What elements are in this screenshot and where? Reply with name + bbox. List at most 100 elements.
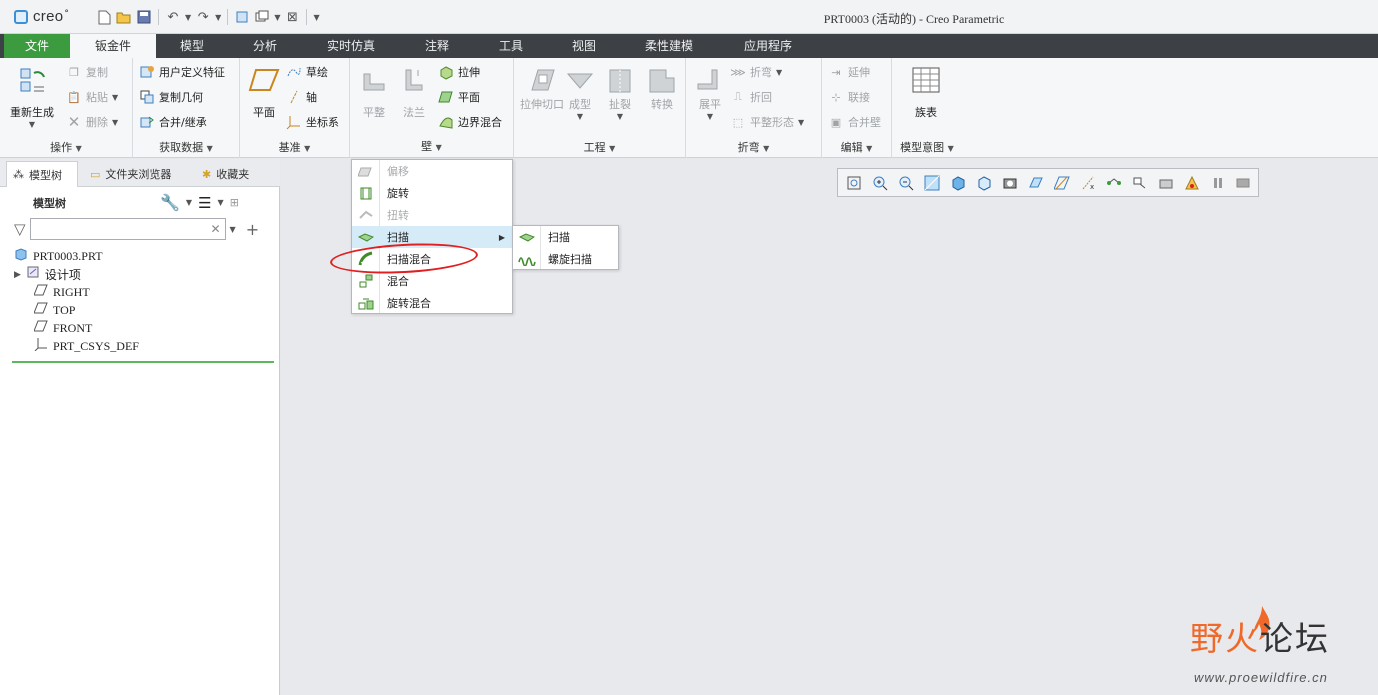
tab-annotate[interactable]: 注释 xyxy=(400,34,474,58)
flange-wall-label: 法兰 xyxy=(403,106,425,119)
tree-settings-dropdown-icon[interactable]: ▼ xyxy=(186,198,192,207)
tab-flexible-modeling[interactable]: 柔性建模 xyxy=(620,34,718,58)
tree-columns-dropdown-icon[interactable]: ▼ xyxy=(218,198,224,207)
bend-back-icon: ⎍ xyxy=(734,90,742,103)
tree-filter-display-icon[interactable]: ⊞ xyxy=(230,196,239,209)
pause-icon[interactable] xyxy=(1206,172,1229,194)
menu-item-offset[interactable]: 偏移 xyxy=(352,160,512,182)
flange-wall-button[interactable]: 法兰 xyxy=(398,64,430,120)
tree-item-front[interactable]: FRONT xyxy=(14,319,139,337)
delete-dropdown-icon[interactable]: ▼ xyxy=(112,118,118,127)
tab-model[interactable]: 模型 xyxy=(156,34,228,58)
tab-sheetmetal[interactable]: 钣金件 xyxy=(70,34,156,58)
filter-icon[interactable]: ▽ xyxy=(14,220,26,238)
bend-dropdown-icon[interactable]: ▼ xyxy=(776,68,782,77)
submenu-item-helical-sweep[interactable]: 螺旋扫描 xyxy=(513,248,618,270)
rip-button[interactable]: 扯裂 ▼ xyxy=(604,64,636,121)
refit-icon[interactable] xyxy=(842,172,865,194)
menu-item-rotational-blend[interactable]: 旋转混合 xyxy=(352,292,512,314)
tab-file[interactable]: 文件 xyxy=(4,34,70,58)
csys-display-icon[interactable] xyxy=(1128,172,1151,194)
flat-pattern-button[interactable]: ⬚ 平整形态 ▼ xyxy=(730,112,804,132)
clear-search-icon[interactable]: ✕ xyxy=(210,222,220,236)
csys-button[interactable]: 坐标系 xyxy=(286,112,339,132)
point-display-icon[interactable] xyxy=(1102,172,1125,194)
planar-icon xyxy=(438,89,454,105)
flat-wall-button[interactable]: 平整 xyxy=(358,64,390,120)
tree-item-design-items[interactable]: ▶ 设计项 xyxy=(14,265,139,283)
tree-insert-indicator[interactable] xyxy=(12,361,274,363)
form-dropdown-icon[interactable]: ▼ xyxy=(577,112,583,121)
merge-wall-button[interactable]: ▣ 合并壁 xyxy=(828,112,881,132)
tab-tools[interactable]: 工具 xyxy=(474,34,548,58)
boundary-blend-button[interactable]: 边界混合 xyxy=(438,112,502,132)
add-filter-icon[interactable]: + xyxy=(246,220,259,239)
tab-model-tree[interactable]: ⁂ 模型树 xyxy=(6,161,78,187)
rip-icon xyxy=(604,64,636,96)
regenerate-button[interactable]: 重新生成 ▼ xyxy=(10,64,54,129)
paste-button[interactable]: 📋 粘贴 ▼ xyxy=(66,87,118,107)
extrude-wall-button[interactable]: 拉伸 xyxy=(438,62,480,82)
sketch-button[interactable]: 草绘 xyxy=(286,62,328,82)
family-table-button[interactable]: 族表 xyxy=(910,64,942,120)
paste-dropdown-icon[interactable]: ▼ xyxy=(112,93,118,102)
tab-folder-browser[interactable]: ▭ 文件夹浏览器 xyxy=(84,161,190,187)
perspective-icon[interactable] xyxy=(1024,172,1047,194)
copy-button[interactable]: ❐ 复制 xyxy=(66,62,108,82)
csys-icon xyxy=(34,337,48,355)
rip-dropdown-icon[interactable]: ▼ xyxy=(617,112,623,121)
menu-item-revolve[interactable]: 旋转 xyxy=(352,182,512,204)
submenu-item-sweep[interactable]: 扫描 xyxy=(513,226,618,248)
unbend-button[interactable]: 展平 ▼ xyxy=(694,64,726,121)
spin-center-icon[interactable] xyxy=(1180,172,1203,194)
zoom-in-icon[interactable] xyxy=(868,172,891,194)
tree-search-input[interactable] xyxy=(34,222,205,235)
saved-views-icon[interactable] xyxy=(972,172,995,194)
plane-button[interactable]: 平面 xyxy=(248,64,280,120)
bend-button[interactable]: ⋙ 折弯 ▼ xyxy=(730,62,782,82)
tab-live-simulation[interactable]: 实时仿真 xyxy=(302,34,400,58)
tab-analysis[interactable]: 分析 xyxy=(228,34,302,58)
tab-favorites[interactable]: ✱ 收藏夹 xyxy=(196,161,268,187)
unbend-dropdown-icon[interactable]: ▼ xyxy=(707,112,713,121)
annotation-display-icon[interactable] xyxy=(1154,172,1177,194)
search-dropdown-icon[interactable]: ▼ xyxy=(230,225,236,234)
zoom-out-icon[interactable] xyxy=(894,172,917,194)
plane-display-icon[interactable] xyxy=(1050,172,1073,194)
tree-columns-icon[interactable]: ☰ xyxy=(198,194,211,212)
menu-item-twist[interactable]: 扭转 xyxy=(352,204,512,226)
udf-button[interactable]: 用户定义特征 xyxy=(139,62,225,82)
tab-view[interactable]: 视图 xyxy=(548,34,620,58)
next-icon[interactable] xyxy=(1232,172,1255,194)
expand-arrow-icon[interactable]: ▶ xyxy=(14,269,21,280)
axis-display-icon[interactable]: x xyxy=(1076,172,1099,194)
tree-item-top[interactable]: TOP xyxy=(14,301,139,319)
group-label-wall[interactable]: 壁 ▼ xyxy=(350,138,513,158)
tree-item-csys[interactable]: PRT_CSYS_DEF xyxy=(14,337,139,355)
display-style-icon[interactable] xyxy=(946,172,969,194)
tree-settings-icon[interactable]: 🔧 xyxy=(160,193,180,212)
datum-plane-icon xyxy=(33,302,48,318)
join-button[interactable]: ⊹ 联接 xyxy=(828,87,870,107)
group-operations: 重新生成 ▼ ❐ 复制 📋 粘贴 ▼ ✕ 删除 ▼ 操作 ▼ xyxy=(0,58,133,158)
extrude-cut-button[interactable]: 拉伸切口 xyxy=(520,64,564,112)
copy-geometry-button[interactable]: 复制几何 xyxy=(139,87,203,107)
convert-button[interactable]: 转换 xyxy=(646,64,678,112)
tree-item-part[interactable]: PRT0003.PRT xyxy=(14,247,139,265)
repaint-icon[interactable] xyxy=(920,172,943,194)
copy-icon: ❐ xyxy=(69,65,79,79)
bend-back-button[interactable]: ⎍ 折回 xyxy=(730,87,772,107)
group-label-bend: 折弯 ▼ xyxy=(737,141,770,154)
view-manager-icon[interactable] xyxy=(998,172,1021,194)
flat-pattern-dropdown-icon[interactable]: ▼ xyxy=(798,118,804,127)
planar-wall-button[interactable]: 平面 xyxy=(438,87,480,107)
axis-button[interactable]: 轴 xyxy=(286,87,317,107)
tree-item-right[interactable]: RIGHT xyxy=(14,283,139,301)
extend-button[interactable]: ⇥ 延伸 xyxy=(828,62,870,82)
regenerate-dropdown-icon[interactable]: ▼ xyxy=(29,120,35,129)
delete-button[interactable]: ✕ 删除 ▼ xyxy=(66,112,118,132)
form-button[interactable]: 成型 ▼ xyxy=(564,64,596,121)
tab-applications[interactable]: 应用程序 xyxy=(718,34,818,58)
tree-search-box[interactable]: ✕ xyxy=(29,218,226,240)
merge-inheritance-button[interactable]: 合并/继承 xyxy=(139,112,207,132)
